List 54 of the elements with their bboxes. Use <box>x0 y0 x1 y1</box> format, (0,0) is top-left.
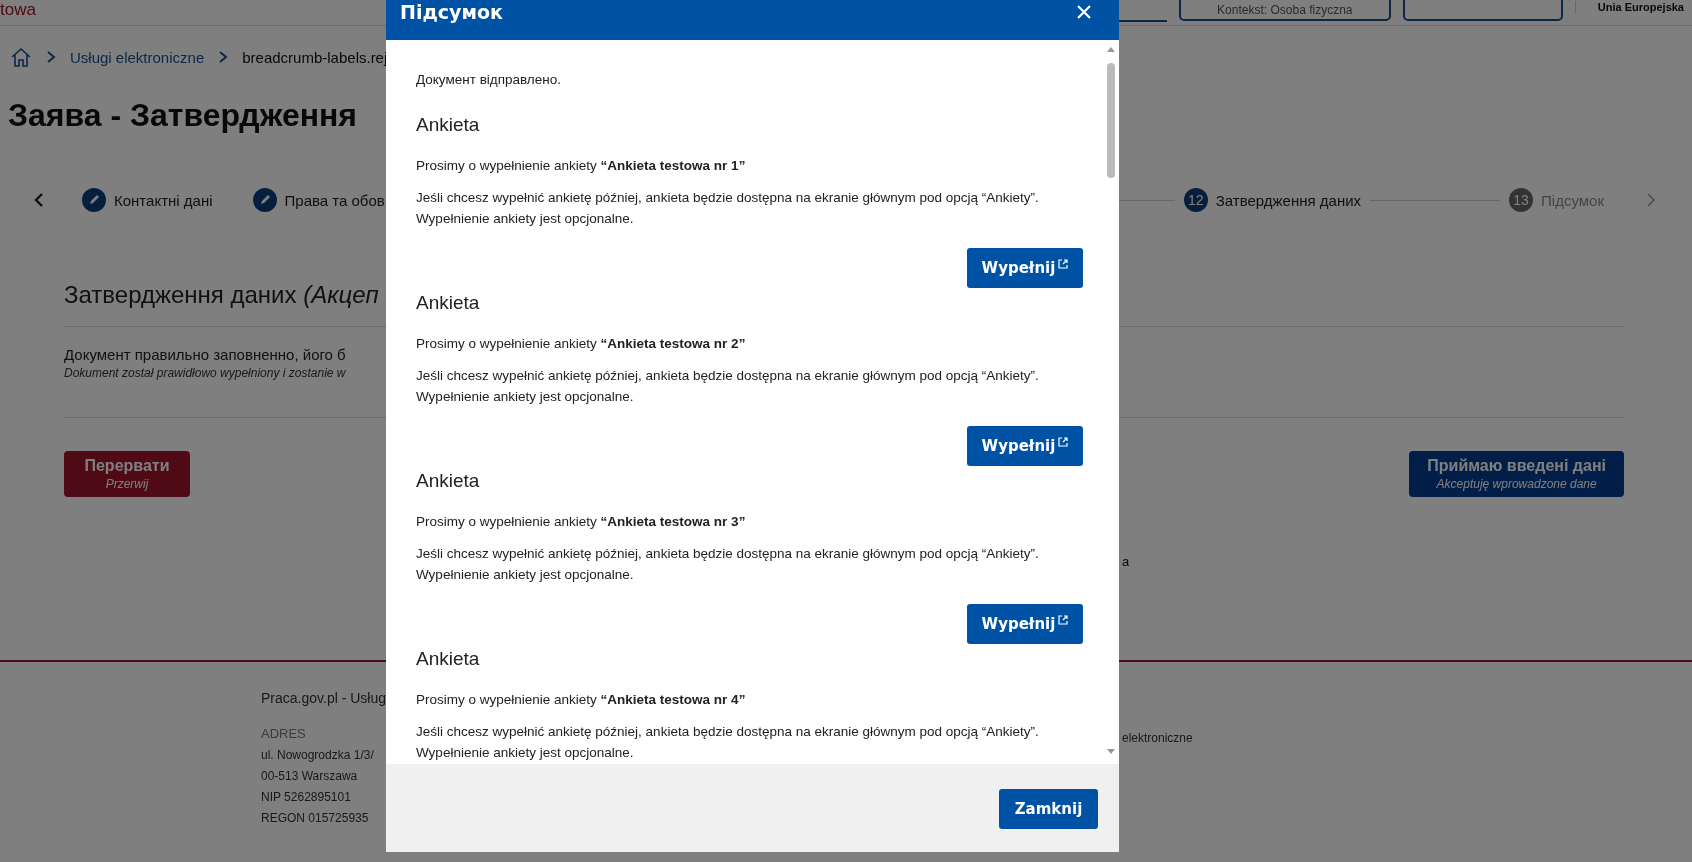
survey-note: Jeśli chcesz wypełnić ankietę później, ankieta będzie dostępna na ekranie głównym pod opcją “Ankiety”. Wypełnienie ankiety jest opcjonalne. <box>416 367 1040 406</box>
survey-heading: Ankieta <box>416 291 481 315</box>
step-label[interactable]: Контактні дані <box>114 191 213 209</box>
context-button[interactable]: Kontekst: Osoba fizyczna <box>1178 0 1391 21</box>
survey-request: Prosimy o wypełnienie ankiety “Ankieta testowa nr 2” <box>416 335 747 353</box>
survey-note: Jeśli chcesz wypełnić ankietę później, ankieta będzie dostępna na ekranie głównym pod opcją “Ankiety”. Wypełnienie ankiety jest opcjonalne. <box>416 723 1040 762</box>
step-label[interactable]: Підсумок <box>1541 191 1604 209</box>
cancel-button[interactable]: Перервати Przerwij <box>64 451 190 497</box>
external-link-icon <box>1058 615 1069 625</box>
pencil-icon <box>252 188 277 212</box>
survey-heading: Ankieta <box>416 647 481 671</box>
breadcrumb-link[interactable]: breadcrumb-labels.rej <box>242 48 388 66</box>
message-translation: Dokument został prawidłowo wypełniony i zostanie w <box>64 365 346 381</box>
step-label[interactable]: Затвердження даних <box>1215 191 1362 209</box>
eu-label: Unia Europejska <box>1574 1 1684 13</box>
fill-survey-button[interactable]: Wypełnij <box>967 604 1083 644</box>
close-button[interactable]: Zamknij <box>999 789 1098 829</box>
footer-title: Praca.gov.pl - Usług <box>261 690 386 706</box>
breadcrumb-link[interactable]: Usługi elektroniczne <box>70 48 205 66</box>
step-label[interactable]: Права та обов <box>284 191 385 209</box>
survey-note: Jeśli chcesz wypełnić ankietę później, ankieta będzie dostępna na ekranie głównym pod opcją “Ankiety”. Wypełnienie ankiety jest opcjonalne. <box>416 189 1040 228</box>
fill-survey-button[interactable]: Wypełnij <box>967 426 1083 466</box>
address-line: NIP 5262895101 <box>261 790 351 804</box>
footer-link[interactable]: elektroniczne <box>1122 731 1193 825</box>
section-title: Затвердження даних (Акцеп <box>64 280 379 310</box>
survey-heading: Ankieta <box>416 469 481 493</box>
survey-request: Prosimy o wypełnienie ankiety “Ankieta testowa nr 3” <box>416 513 747 531</box>
logo-text: towa <box>0 1 36 19</box>
survey-request: Prosimy o wypełnienie ankiety “Ankieta testowa nr 4” <box>416 691 747 709</box>
step-number: 12 <box>1183 188 1208 212</box>
message-text: Документ правильно заповненно, його б <box>64 345 346 365</box>
address-line: ul. Nowogrodzka 1/3/ <box>261 748 374 762</box>
survey-heading: Ankieta <box>416 113 481 137</box>
fill-survey-button[interactable]: Wypełnij <box>967 248 1083 288</box>
text-fragment: a <box>1122 554 1130 569</box>
page-title: Заява - Затвердження <box>8 96 357 135</box>
intro-text: Документ відправлено. <box>416 71 562 89</box>
home-icon[interactable] <box>10 46 32 68</box>
close-icon[interactable] <box>1076 4 1092 20</box>
dialog-title: Підсумок <box>400 0 503 24</box>
accept-button[interactable]: Приймаю введені дані Akceptuję wprowadzone dane <box>1409 451 1624 497</box>
chevron-icon <box>46 50 56 64</box>
external-link-icon <box>1058 259 1069 269</box>
survey-request: Prosimy o wypełnienie ankiety “Ankieta testowa nr 1” <box>416 157 747 175</box>
pencil-icon <box>82 188 106 212</box>
survey-note: Jeśli chcesz wypełnić ankietę później, ankieta będzie dostępna na ekranie głównym pod opcją “Ankiety”. Wypełnienie ankiety jest opcjonalne. <box>416 545 1040 584</box>
chevron-left-icon <box>34 192 44 208</box>
address-line: 00-513 Warszawa <box>261 769 358 783</box>
step-number: 13 <box>1509 188 1534 212</box>
address-line: REGON 015725935 <box>261 811 369 825</box>
chevron-icon <box>218 50 229 64</box>
address-label: ADRES <box>261 726 306 741</box>
chevron-right-icon <box>1646 192 1656 208</box>
external-link-icon <box>1058 437 1069 447</box>
